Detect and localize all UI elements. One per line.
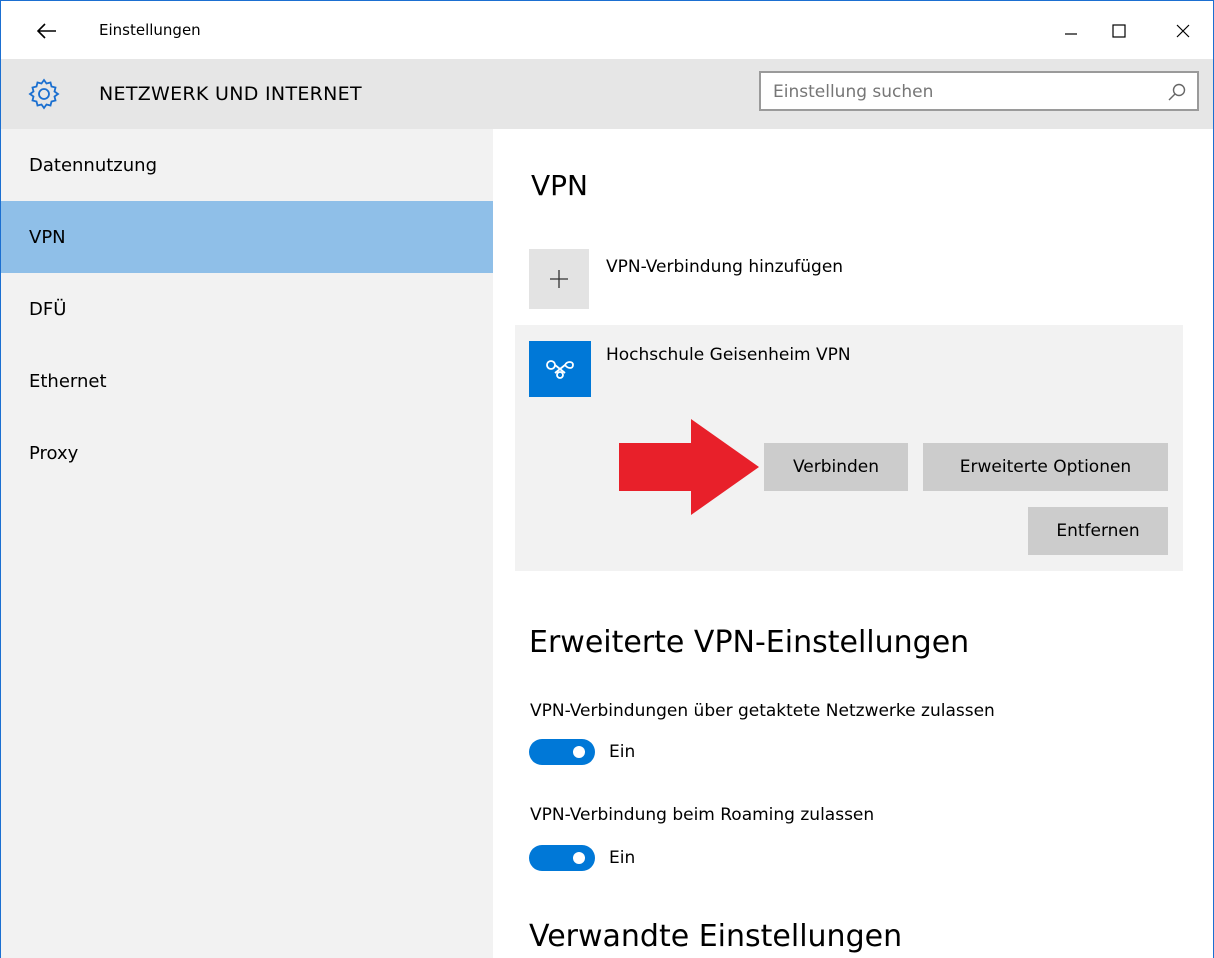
minimize-button[interactable]	[1049, 13, 1093, 49]
close-button[interactable]	[1161, 13, 1205, 49]
add-vpn-label: VPN-Verbindung hinzufügen	[606, 257, 844, 277]
add-tile	[529, 249, 589, 309]
page-title: NETZWERK UND INTERNET	[99, 83, 362, 105]
related-settings-heading: Verwandte Einstellungen	[529, 919, 903, 954]
vpn-connection-name: Hochschule Geisenheim VPN	[606, 345, 851, 365]
add-vpn-connection[interactable]: VPN-Verbindung hinzufügen	[529, 249, 1129, 309]
metered-networks-toggle[interactable]	[529, 739, 595, 765]
sidebar-item-ethernet[interactable]: Ethernet	[1, 345, 493, 417]
title-bar: Einstellungen	[1, 1, 1213, 59]
sidebar-item-label: VPN	[29, 226, 66, 248]
sidebar-item-label: Proxy	[29, 442, 79, 464]
settings-window: Einstellungen NETZWERK UND INTERNET Eins…	[0, 0, 1214, 958]
vpn-icon	[546, 360, 574, 379]
sidebar: Datennutzung VPN DFÜ Ethernet Proxy	[1, 129, 493, 958]
search-input[interactable]	[771, 73, 1155, 111]
toggle-knob	[573, 852, 585, 864]
advanced-options-button[interactable]: Erweiterte Optionen	[923, 443, 1168, 491]
close-icon	[1176, 24, 1190, 38]
remove-button[interactable]: Entfernen	[1028, 507, 1168, 555]
search-icon[interactable]	[1167, 82, 1187, 102]
gear-icon	[28, 78, 60, 110]
sidebar-item-label: Datennutzung	[29, 154, 157, 176]
maximize-icon	[1112, 24, 1126, 38]
toggle-knob	[573, 746, 585, 758]
toggle-state-label: Ein	[609, 742, 636, 762]
main-content: VPN VPN-Verbindung hinzufügen Hochschule…	[493, 129, 1213, 958]
maximize-button[interactable]	[1097, 13, 1141, 49]
roaming-toggle-row: Ein	[529, 843, 635, 873]
sidebar-item-dfu[interactable]: DFÜ	[1, 273, 493, 345]
section-heading: VPN	[531, 169, 588, 202]
back-button[interactable]	[27, 15, 67, 47]
vpn-connection-card[interactable]: Hochschule Geisenheim VPN Verbinden Erwe…	[515, 325, 1183, 571]
settings-header: NETZWERK UND INTERNET	[1, 59, 1213, 129]
toggle-state-label: Ein	[609, 848, 636, 868]
sidebar-item-datennutzung[interactable]: Datennutzung	[1, 129, 493, 201]
metered-networks-toggle-row: Ein	[529, 737, 635, 767]
vpn-connection-icon	[529, 341, 591, 397]
roaming-label: VPN-Verbindung beim Roaming zulassen	[530, 805, 875, 825]
roaming-toggle[interactable]	[529, 845, 595, 871]
advanced-settings-heading: Erweiterte VPN-Einstellungen	[529, 625, 970, 660]
sidebar-item-vpn[interactable]: VPN	[1, 201, 493, 273]
search-box	[759, 71, 1199, 111]
back-arrow-icon	[37, 23, 56, 39]
minimize-icon	[1065, 33, 1077, 35]
sidebar-item-label: DFÜ	[29, 298, 67, 320]
red-arrow-annotation	[619, 419, 759, 515]
plus-icon	[550, 270, 568, 288]
metered-networks-label: VPN-Verbindungen über getaktete Netzwerk…	[530, 701, 995, 721]
sidebar-item-label: Ethernet	[29, 370, 107, 392]
sidebar-item-proxy[interactable]: Proxy	[1, 417, 493, 489]
connect-button[interactable]: Verbinden	[764, 443, 908, 491]
window-title: Einstellungen	[99, 21, 201, 39]
